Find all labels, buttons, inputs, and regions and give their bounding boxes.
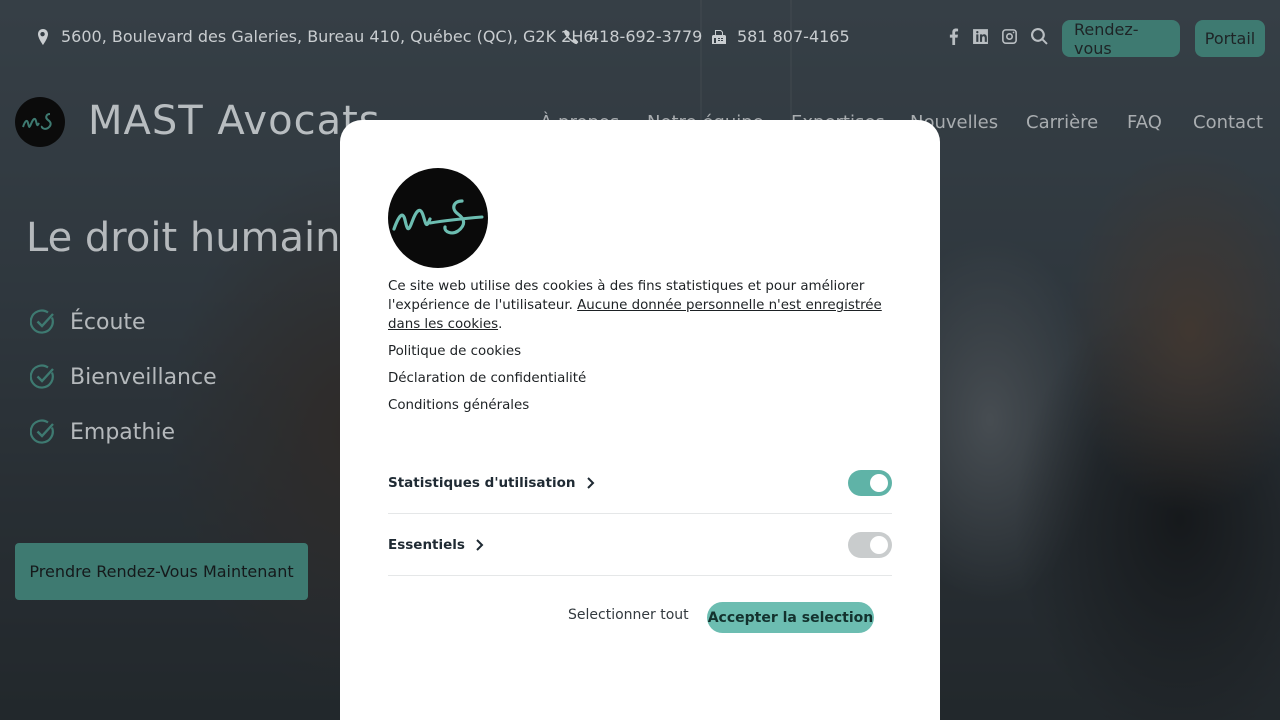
privacy-statement-link[interactable]: Déclaration de confidentialité [388,371,586,386]
search-button[interactable] [1031,28,1048,45]
fax-info: 581 807-4165 [711,27,850,46]
address-info: 5600, Boulevard des Galeries, Bureau 410… [35,27,594,46]
nav-faq[interactable]: FAQ [1127,112,1162,133]
site-logo[interactable] [15,97,65,147]
accept-selection-button[interactable]: Accepter la selection [707,602,874,633]
check-circle-icon [30,364,54,389]
address-text: 5600, Boulevard des Galeries, Bureau 410… [61,27,594,46]
pref-expand-statistics[interactable]: Statistiques d'utilisation [388,475,596,491]
check-circle-icon [30,309,54,334]
select-all-button[interactable]: Selectionner tout [568,607,689,623]
cookie-policy-link[interactable]: Politique de cookies [388,344,521,359]
feature-label: Bienveillance [70,364,217,390]
cookie-consent-modal: Ce site web utilise des cookies à des fi… [340,120,940,720]
book-appointment-cta-button[interactable]: Prendre Rendez-Vous Maintenant [15,543,308,600]
facebook-icon [949,28,959,45]
feature-item: Écoute [30,309,146,335]
fax-text: 581 807-4165 [737,27,850,46]
feature-item: Empathie [30,419,175,445]
linkedin-link[interactable] [972,28,989,45]
facebook-link[interactable] [945,28,962,45]
chevron-right-icon [586,477,594,489]
ms-monogram-icon [22,113,52,130]
cookie-description-end: . [498,317,503,332]
fax-icon [712,29,726,44]
terms-conditions-link[interactable]: Conditions générales [388,398,529,413]
pref-row-essentials: Essentiels [388,515,892,576]
statistics-toggle[interactable] [848,470,892,496]
linkedin-icon [973,29,988,44]
nav-contact[interactable]: Contact [1193,112,1263,133]
portail-button[interactable]: Portail [1195,20,1265,57]
top-contact-bar: 5600, Boulevard des Galeries, Bureau 410… [0,0,1280,76]
feature-item: Bienveillance [30,364,217,390]
modal-logo [388,168,488,268]
pref-label-text: Statistiques d'utilisation [388,475,576,491]
chevron-right-icon [476,539,484,551]
instagram-icon [1002,29,1017,44]
ms-monogram-icon [392,199,484,235]
search-icon [1031,28,1048,45]
nav-carriere[interactable]: Carrière [1026,112,1098,133]
essentials-toggle [848,532,892,558]
check-circle-icon [30,419,54,444]
site-brand-name[interactable]: MAST Avocats [88,98,381,144]
instagram-link[interactable] [1001,28,1018,45]
pref-expand-essentials[interactable]: Essentiels [388,537,485,553]
phone-text[interactable]: 418-692-3779 [589,27,702,46]
location-pin-icon [38,28,48,45]
pref-row-statistics: Statistiques d'utilisation [388,453,892,514]
phone-info[interactable]: 418-692-3779 [563,27,702,46]
rendezvous-button[interactable]: Rendez-vous [1062,20,1180,58]
hero-title: Le droit humain [26,215,341,261]
feature-label: Écoute [70,309,146,335]
pref-label-text: Essentiels [388,537,465,553]
phone-icon [564,29,579,44]
feature-label: Empathie [70,419,175,445]
cookie-description: Ce site web utilise des cookies à des fi… [388,277,888,334]
